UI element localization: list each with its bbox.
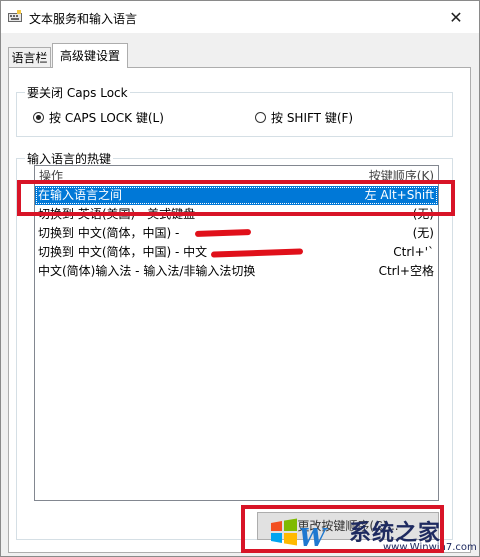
row-keys: (无) [412,207,434,221]
row-operation: 切换到 英语(美国) - 美式键盘 [38,207,196,221]
window-title: 文本服务和输入语言 [29,12,138,26]
radio-caps-lock[interactable]: 按 CAPS LOCK 键(L) [33,109,164,126]
row-operation: 在输入语言之间 [38,188,123,202]
list-row[interactable]: 切换到 中文(简体，中国) - 中文 Ctrl+'` [35,243,438,262]
title-bar: 文本服务和输入语言 ✕ [1,1,479,33]
row-keys: Ctrl+空格 [378,264,434,278]
close-icon: ✕ [449,7,463,27]
radio-shift-label: 按 SHIFT 键(F) [271,111,354,125]
close-button[interactable]: ✕ [433,1,479,33]
keyboard-settings-icon [8,10,22,22]
row-operation: 切换到 中文(简体，中国) - [38,226,180,240]
list-header: 操作 按键顺序(K) [35,166,438,186]
row-operation: 切换到 中文(简体，中国) - 中文 [38,245,208,259]
column-header-keys[interactable]: 按键顺序(K) [369,166,434,186]
list-row[interactable]: 切换到 英语(美国) - 美式键盘 (无) [35,205,438,224]
dialog-window: 文本服务和输入语言 ✕ 语言栏 高级键设置 要关闭 Caps Lock 按 CA… [0,0,480,557]
hotkeys-list[interactable]: 操作 按键顺序(K) 在输入语言之间 左 Alt+Shift 切换到 英语(美国… [34,165,439,501]
row-keys: 左 Alt+Shift [364,188,434,202]
tab-advanced-key-settings[interactable]: 高级键设置 [52,43,128,68]
radio-caps-lock-label: 按 CAPS LOCK 键(L) [49,111,164,125]
redaction-mark [210,248,304,258]
caps-lock-group-title: 要关闭 Caps Lock [25,84,130,101]
row-keys: Ctrl+'` [393,245,434,259]
windows-logo-icon [271,518,297,546]
radio-dot [36,115,41,120]
watermark-url: www.Winwin7.com [383,542,477,553]
list-row[interactable]: 中文(简体)输入法 - 输入法/非输入法切换 Ctrl+空格 [35,262,438,281]
radio-circle[interactable] [33,112,44,123]
watermark: W 系统之家 www.Winwin7.com [269,509,479,556]
row-keys: (无) [412,226,434,240]
redaction-mark [194,229,252,237]
column-header-operation[interactable]: 操作 [39,166,63,186]
list-row[interactable]: 切换到 中文(简体，中国) - (无) [35,224,438,243]
radio-circle[interactable] [255,112,266,123]
row-operation: 中文(简体)输入法 - 输入法/非输入法切换 [38,264,256,278]
list-row[interactable]: 在输入语言之间 左 Alt+Shift [35,186,438,205]
watermark-logo: W [299,523,326,552]
tab-language-bar[interactable]: 语言栏 [8,47,51,67]
radio-shift[interactable]: 按 SHIFT 键(F) [255,109,353,126]
